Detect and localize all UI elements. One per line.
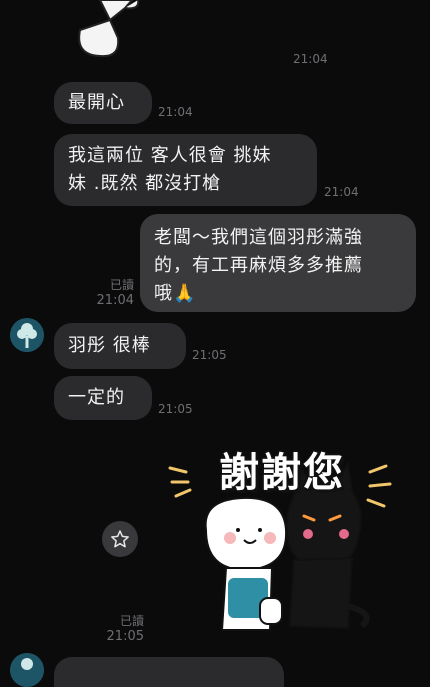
contact-avatar[interactable] — [10, 653, 44, 687]
message-bubble[interactable]: 一定的 — [54, 376, 152, 420]
message-text: 最開心 — [68, 92, 125, 113]
message-bubble[interactable]: 老闆～我們這個羽彤滿強 的，有工再麻煩多多推薦 哦🙏 — [140, 214, 416, 312]
star-outline-icon — [111, 530, 129, 548]
thank-you-sticker[interactable]: 謝謝您 — [162, 430, 402, 640]
timestamp: 21:04 — [158, 105, 193, 119]
message-text: 一定的 — [68, 387, 125, 408]
sticker-partial-top — [78, 0, 140, 58]
message-text-line: 妹 .既然 都沒打槍 — [68, 173, 222, 194]
message-text-line: 我這兩位 客人很會 挑妹 — [68, 145, 272, 166]
read-receipt: 已讀 21:04 — [96, 278, 134, 308]
timestamp: 21:04 — [293, 52, 328, 66]
read-receipt: 已讀 21:05 — [106, 614, 144, 644]
message-bubble[interactable]: 我這兩位 客人很會 挑妹 妹 .既然 都沒打槍 — [54, 134, 317, 206]
message-bubble-partial[interactable] — [54, 657, 284, 687]
message-bubble[interactable]: 羽彤 很棒 — [54, 323, 186, 369]
sticker-caption: 謝謝您 — [219, 450, 345, 496]
message-text-line: 的，有工再麻煩多多推薦 — [154, 255, 363, 276]
tree-avatar-icon — [10, 653, 44, 687]
message-text-line: 哦🙏 — [154, 283, 197, 304]
sticker-favorite-button[interactable] — [102, 521, 138, 557]
timestamp: 21:05 — [158, 402, 193, 416]
message-bubble[interactable]: 最開心 — [54, 82, 152, 124]
message-text-line: 老闆～我們這個羽彤滿強 — [154, 227, 363, 248]
timestamp: 21:04 — [324, 185, 359, 199]
message-text: 羽彤 很棒 — [68, 335, 151, 356]
timestamp: 21:05 — [192, 348, 227, 362]
contact-avatar[interactable] — [10, 318, 44, 352]
tree-avatar-icon — [10, 318, 44, 352]
